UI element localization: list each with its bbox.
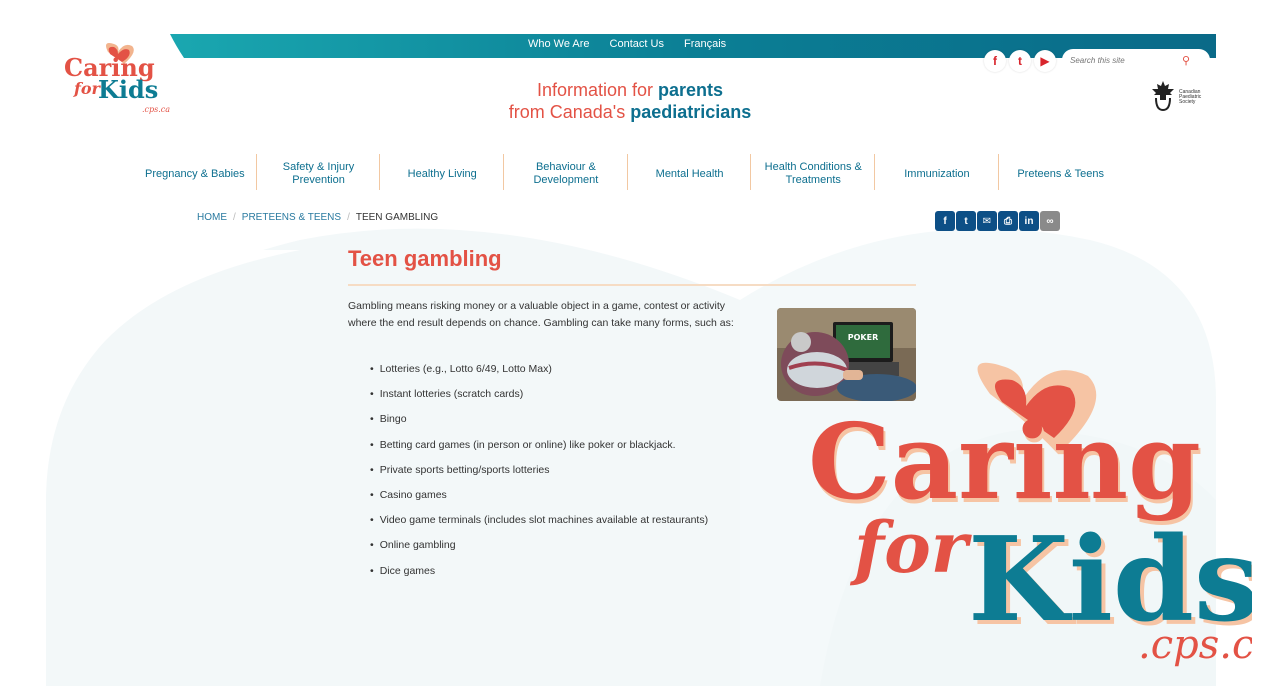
search-icon[interactable]: ⚲ xyxy=(1182,54,1190,67)
caring-for-kids-logo[interactable]: Caring for Kids .cps.ca xyxy=(62,42,170,118)
who-we-are-link[interactable]: Who We Are xyxy=(528,38,590,50)
cps-logo[interactable]: Canadian Paediatric Society xyxy=(1150,77,1210,117)
twitter-icon[interactable]: t xyxy=(1009,50,1031,72)
list-item: Lotteries (e.g., Lotto 6/49, Lotto Max) xyxy=(370,360,708,385)
breadcrumb-separator: / xyxy=(347,212,350,223)
nav-item-mental-health[interactable]: Mental Health xyxy=(628,152,752,196)
article-intro: Gambling means risking money or a valuab… xyxy=(348,300,734,329)
nav-item-health-conditions[interactable]: Health Conditions & Treatments xyxy=(751,152,875,196)
list-item: Bingo xyxy=(370,410,708,435)
breadcrumb-separator: / xyxy=(233,212,236,223)
breadcrumb-home[interactable]: HOME xyxy=(197,212,227,223)
logo-domain-text: .cps.ca xyxy=(142,105,170,114)
cps-logo-text: Canadian Paediatric Society xyxy=(1179,89,1201,105)
nav-item-immunization[interactable]: Immunization xyxy=(875,152,999,196)
list-item: Betting card games (in person or online)… xyxy=(370,436,708,461)
share-bar: f t ✉ ⎙ in ∞ xyxy=(935,211,1060,231)
youtube-icon[interactable]: ▶ xyxy=(1034,50,1056,72)
email-icon[interactable]: ✉ xyxy=(977,211,997,231)
list-item: Online gambling xyxy=(370,536,708,561)
social-links: f t ▶ xyxy=(984,50,1056,72)
breadcrumb-section[interactable]: PRETEENS & TEENS xyxy=(242,212,341,223)
nav-item-pregnancy-babies[interactable]: Pregnancy & Babies xyxy=(133,152,257,196)
list-item: Dice games xyxy=(370,562,708,587)
francais-link[interactable]: Français xyxy=(684,38,726,50)
nav-item-safety-injury-prevention[interactable]: Safety & Injury Prevention xyxy=(257,152,381,196)
contact-us-link[interactable]: Contact Us xyxy=(610,38,664,50)
facebook-icon[interactable]: f xyxy=(935,211,955,231)
print-icon[interactable]: ⎙ xyxy=(998,211,1018,231)
big-logo-caring: Caring xyxy=(808,400,1201,523)
link-icon[interactable]: ∞ xyxy=(1040,211,1060,231)
list-item: Instant lotteries (scratch cards) xyxy=(370,385,708,410)
gambling-forms-list: Lotteries (e.g., Lotto 6/49, Lotto Max) … xyxy=(370,360,708,587)
main-nav: Pregnancy & Babies Safety & Injury Preve… xyxy=(133,152,1123,196)
page-title: Teen gambling xyxy=(348,246,502,271)
search-input[interactable] xyxy=(1070,55,1182,65)
search-box: ⚲ xyxy=(1062,49,1210,71)
list-item: Casino games xyxy=(370,486,708,511)
nav-item-healthy-living[interactable]: Healthy Living xyxy=(380,152,504,196)
nav-item-behaviour-development[interactable]: Behaviour & Development xyxy=(504,152,628,196)
big-logo-domain: .cps.ca xyxy=(1138,622,1252,668)
cps-line-3: Society xyxy=(1179,98,1196,105)
breadcrumb-current: TEEN GAMBLING xyxy=(355,212,439,223)
site-tagline: Information for parents from Canada's pa… xyxy=(430,79,830,123)
tagline-plain-2: from Canada's xyxy=(508,102,631,122)
maple-leaf-icon xyxy=(1152,81,1174,112)
linkedin-icon[interactable]: in xyxy=(1019,211,1039,231)
tagline-plain-1: Information for xyxy=(536,80,659,100)
top-links: Who We Are Contact Us Français xyxy=(528,38,726,50)
logo-kids-text: Kids xyxy=(98,75,158,104)
list-item: Video game terminals (includes slot mach… xyxy=(370,511,708,536)
tagline-bold-2: paediatricians xyxy=(630,102,752,122)
big-logo-for: for xyxy=(849,506,973,589)
list-item: Private sports betting/sports lotteries xyxy=(370,461,708,486)
tagline-bold-1: parents xyxy=(658,80,724,100)
photo-poker-text: POKER xyxy=(848,333,879,342)
breadcrumb: HOME / PRETEENS & TEENS / TEEN GAMBLING xyxy=(197,212,438,223)
facebook-icon[interactable]: f xyxy=(984,50,1006,72)
nav-item-preteens-teens[interactable]: Preteens & Teens xyxy=(999,152,1123,196)
title-divider xyxy=(348,284,916,286)
caring-for-kids-large-logo: Caring Caring for Kids Kids .cps.ca xyxy=(808,362,1252,668)
twitter-icon[interactable]: t xyxy=(956,211,976,231)
